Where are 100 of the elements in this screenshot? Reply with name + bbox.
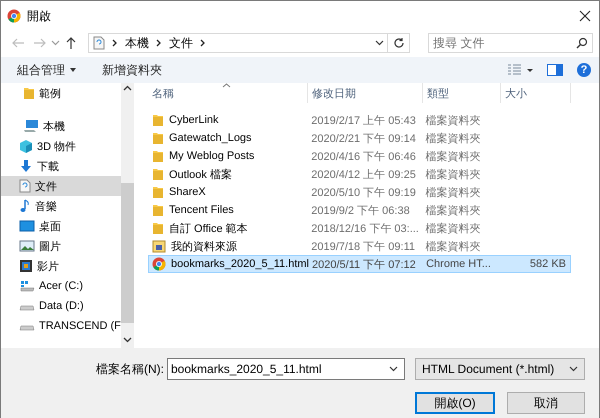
- refresh-icon: [392, 37, 404, 49]
- breadcrumb-item[interactable]: 文件: [169, 34, 193, 52]
- dropdown-caret-icon: [374, 40, 384, 46]
- search-icon: [576, 37, 588, 49]
- folder-icon: [152, 239, 166, 253]
- folder-icon: [152, 131, 164, 145]
- toolbar-button[interactable]: 新增資料夾: [102, 62, 162, 78]
- sidebar-item[interactable]: 3D 物件: [1, 136, 121, 156]
- open-button[interactable]: 開啟(O): [415, 392, 495, 414]
- file-type: Chrome HT...: [426, 258, 491, 270]
- sidebar-item[interactable]: 本機: [1, 116, 121, 136]
- file-name: bookmarks_2020_5_11.html: [171, 258, 309, 270]
- file-name: 我的資料來源: [171, 240, 237, 254]
- folder-icon: [152, 167, 164, 181]
- file-type: 檔案資料夾: [426, 132, 481, 146]
- sidebar-item[interactable]: 文件: [1, 176, 121, 196]
- preview-pane-icon[interactable]: [547, 64, 563, 76]
- window-title: 開啟: [27, 8, 52, 24]
- modified-date: 2020/5/11 下午 07:12: [312, 258, 416, 272]
- folder-icon: [152, 113, 164, 127]
- modified-date: 2019/7/18 下午 09:11: [311, 240, 415, 254]
- sidebar-item[interactable]: 範例: [1, 83, 121, 103]
- dropdown-caret-icon: [389, 366, 398, 372]
- address-bar[interactable]: 本機 文件: [88, 33, 388, 53]
- close-icon[interactable]: [579, 10, 591, 22]
- sidebar-item[interactable]: 桌面: [1, 216, 121, 236]
- column-header[interactable]: 大小: [501, 83, 571, 103]
- modified-date: 2020/5/10 下午 09:19: [311, 186, 416, 200]
- view-options-icon[interactable]: [507, 63, 533, 77]
- cancel-button[interactable]: 取消: [507, 392, 585, 414]
- file-row[interactable]: ShareX 2020/5/10 下午 09:19 檔案資料夾: [148, 183, 571, 201]
- breadcrumb-chevron-icon: [111, 39, 119, 47]
- sidebar-item[interactable]: 音樂: [1, 196, 121, 216]
- search-field[interactable]: 搜尋 文件: [428, 33, 593, 53]
- file-row[interactable]: bookmarks_2020_5_11.html 2020/5/11 下午 07:12 Chrome HT... 582 KB: [148, 255, 571, 273]
- file-row[interactable]: CyberLink 2019/2/17 上午 05:43 檔案資料夾: [148, 111, 571, 129]
- desktop-icon: [19, 220, 35, 232]
- dropdown-caret-icon: [569, 366, 578, 372]
- file-name-label: 檔案名稱(N):: [96, 360, 164, 378]
- refresh-button[interactable]: [388, 33, 410, 53]
- file-name: Outlook 檔案: [169, 168, 232, 182]
- modified-date: 2020/4/16 下午 06:46: [311, 150, 416, 164]
- file-row[interactable]: 自訂 Office 範本 2018/12/16 下午 03:... 檔案資料夾: [148, 219, 571, 237]
- file-type: 檔案資料夾: [426, 114, 481, 128]
- breadcrumb-item[interactable]: 本機: [125, 34, 149, 52]
- file-type: 檔案資料夾: [426, 168, 481, 182]
- folder-icon: [152, 221, 164, 235]
- file-row[interactable]: Tencent Files 2019/9/2 下午 06:38 檔案資料夾: [148, 201, 571, 219]
- file-type: 檔案資料夾: [426, 204, 481, 218]
- file-name: ShareX: [169, 186, 206, 198]
- sidebar-item[interactable]: 圖片: [1, 236, 121, 256]
- file-name: 自訂 Office 範本: [169, 222, 248, 236]
- sidebar-item[interactable]: TRANSCEND (F: [1, 316, 121, 336]
- sidebar-item[interactable]: Acer (C:): [1, 276, 121, 296]
- recent-locations-caret-icon: [51, 40, 60, 46]
- breadcrumb-chevron-icon: [155, 39, 163, 47]
- scrollbar-thumb[interactable]: [121, 183, 134, 323]
- column-header[interactable]: 類型: [423, 83, 501, 103]
- column-header[interactable]: 修改日期: [308, 83, 423, 103]
- document-icon: [93, 36, 105, 50]
- file-type: 檔案資料夾: [426, 150, 481, 164]
- sidebar-item[interactable]: Data (D:): [1, 296, 121, 316]
- file-row[interactable]: 我的資料來源 2019/7/18 下午 09:11 檔案資料夾: [148, 237, 571, 255]
- music-note-icon: [19, 199, 31, 213]
- file-size: 582 KB: [530, 258, 566, 270]
- modified-date: 2019/2/17 上午 05:43: [311, 114, 416, 128]
- file-type: 檔案資料夾: [426, 240, 481, 254]
- modified-date: 2019/9/2 下午 06:38: [311, 204, 410, 218]
- file-row[interactable]: Outlook 檔案 2020/4/12 上午 09:25 檔案資料夾: [148, 165, 571, 183]
- column-header[interactable]: 名稱: [148, 83, 308, 103]
- sort-caret-icon: [222, 83, 231, 88]
- modified-date: 2020/4/12 上午 09:25: [311, 168, 416, 182]
- film-icon: [19, 259, 33, 273]
- modified-date: 2018/12/16 下午 03:...: [311, 222, 419, 236]
- chrome-logo-icon: [152, 257, 166, 271]
- drive-icon: [19, 280, 35, 292]
- sidebar-item[interactable]: 影片: [1, 256, 121, 276]
- file-name: My Weblog Posts: [169, 150, 254, 162]
- download-arrow-icon: [19, 159, 33, 173]
- file-name-field[interactable]: bookmarks_2020_5_11.html: [167, 358, 405, 380]
- app-icon: [7, 9, 21, 23]
- folder-icon: [152, 185, 164, 199]
- modified-date: 2020/2/21 下午 09:14: [311, 132, 416, 146]
- file-type-dropdown[interactable]: HTML Document (*.html): [415, 358, 585, 380]
- file-row[interactable]: My Weblog Posts 2020/4/16 下午 06:46 檔案資料夾: [148, 147, 571, 165]
- pictures-icon: [19, 240, 35, 252]
- file-type: 檔案資料夾: [426, 186, 481, 200]
- breadcrumb-chevron-icon: [199, 39, 207, 47]
- toolbar-button[interactable]: 組合管理: [17, 62, 76, 78]
- file-type: 檔案資料夾: [426, 222, 481, 236]
- help-button[interactable]: ?: [577, 63, 591, 77]
- computer-icon: [23, 119, 39, 133]
- cube-icon: [19, 139, 33, 153]
- file-row[interactable]: Gatewatch_Logs 2020/2/21 下午 09:14 檔案資料夾: [148, 129, 571, 147]
- dropdown-caret-icon: [70, 68, 76, 72]
- file-name: CyberLink: [169, 114, 219, 126]
- file-name: Gatewatch_Logs: [169, 132, 252, 144]
- folder-icon: [23, 86, 35, 100]
- folder-icon: [152, 149, 164, 163]
- sidebar-item[interactable]: 下載: [1, 156, 121, 176]
